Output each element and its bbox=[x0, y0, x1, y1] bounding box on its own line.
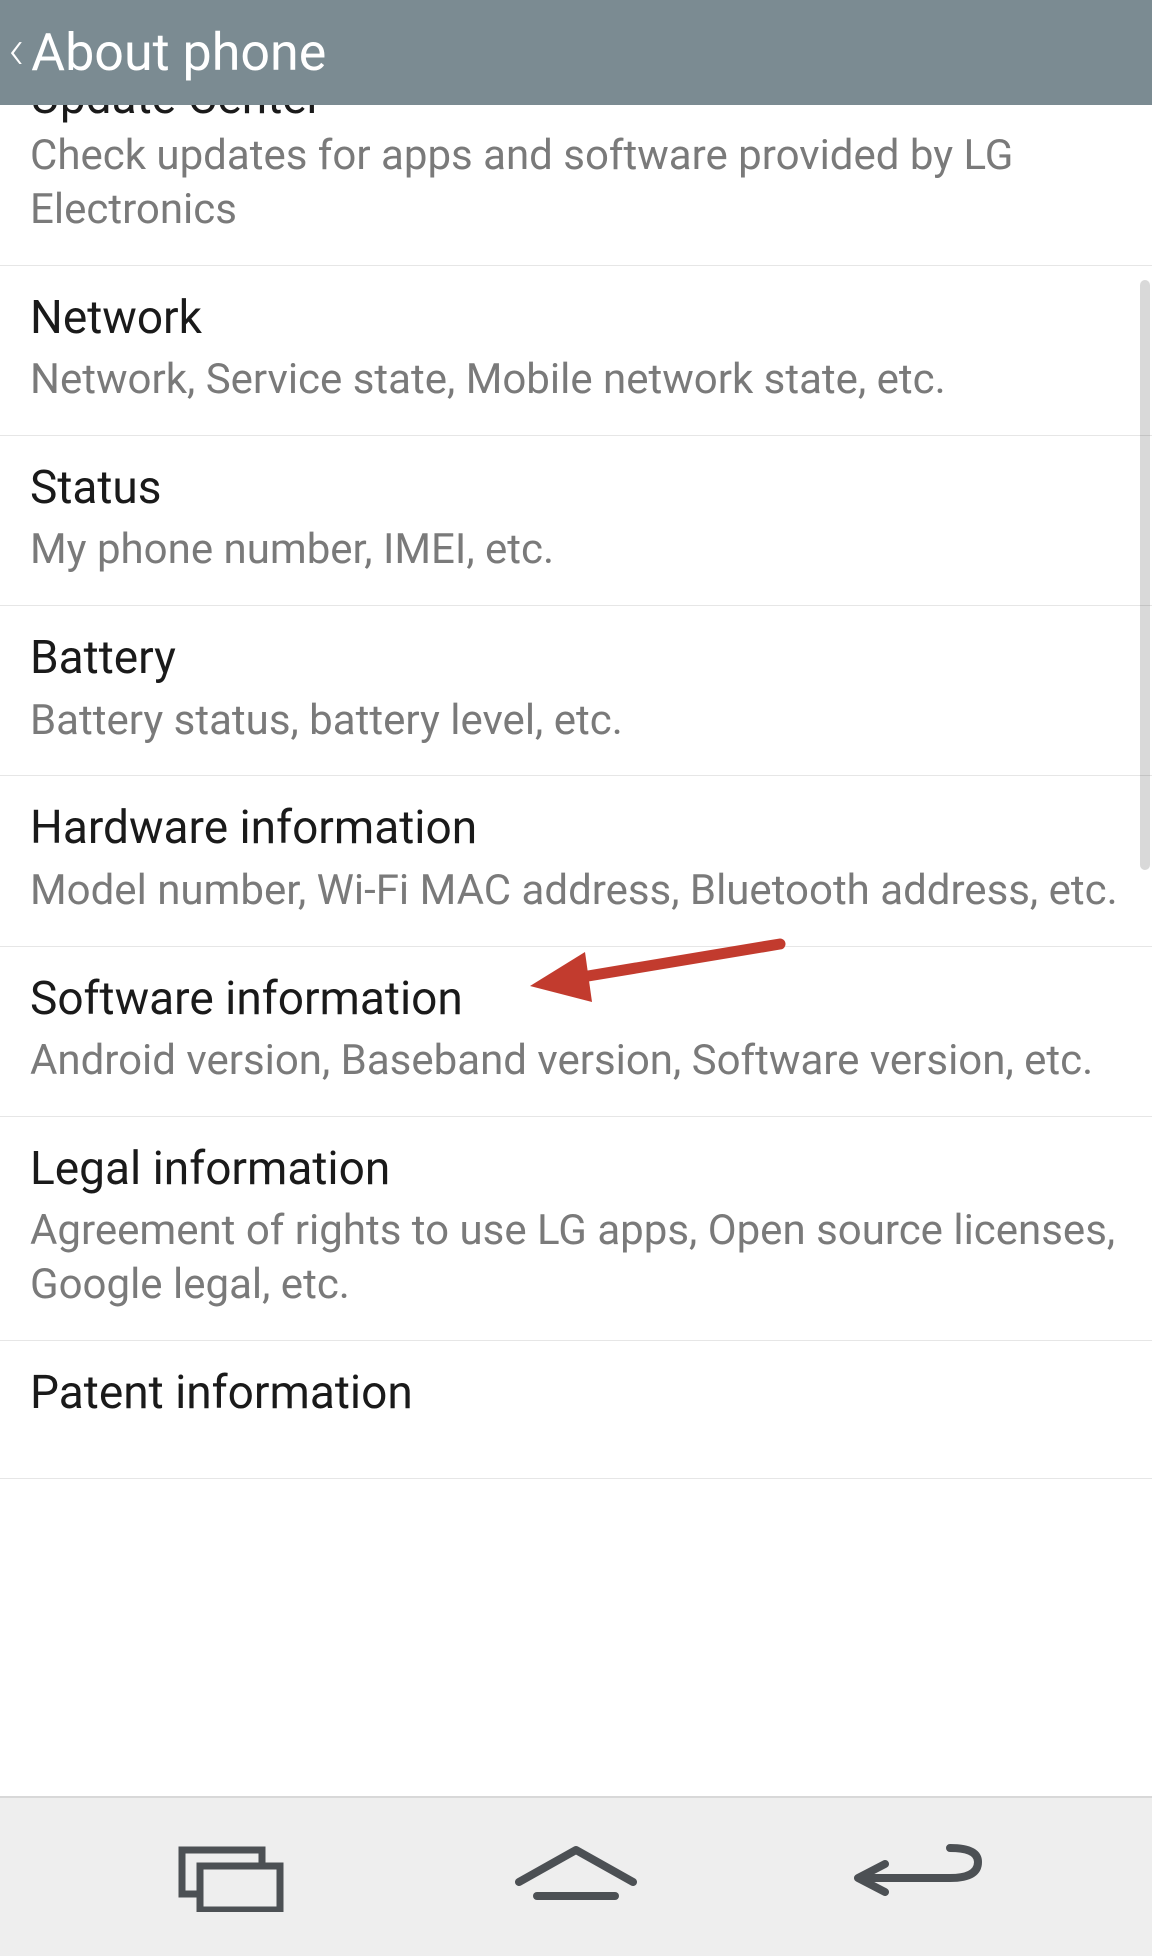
recent-apps-button[interactable] bbox=[142, 1827, 322, 1927]
list-item-patent-information[interactable]: Patent information bbox=[0, 1341, 1152, 1479]
list-item-legal-information[interactable]: Legal information Agreement of rights to… bbox=[0, 1117, 1152, 1341]
header-bar: ‹ About phone bbox=[0, 0, 1152, 105]
item-title: Hardware information bbox=[30, 800, 1122, 858]
list-item-update-center[interactable]: Update Center Check updates for apps and… bbox=[0, 105, 1152, 266]
item-title: Update Center bbox=[30, 105, 1122, 123]
scrollbar[interactable] bbox=[1140, 280, 1150, 870]
item-title: Software information bbox=[30, 971, 1122, 1029]
list-item-status[interactable]: Status My phone number, IMEI, etc. bbox=[0, 436, 1152, 606]
item-title: Battery bbox=[30, 630, 1122, 688]
item-title: Legal information bbox=[30, 1141, 1122, 1199]
back-icon[interactable]: ‹ bbox=[8, 21, 25, 85]
home-button[interactable] bbox=[486, 1827, 666, 1927]
item-subtitle: Android version, Baseband version, Softw… bbox=[30, 1034, 1122, 1088]
list-item-network[interactable]: Network Network, Service state, Mobile n… bbox=[0, 266, 1152, 436]
item-title: Status bbox=[30, 460, 1122, 518]
item-title: Network bbox=[30, 290, 1122, 348]
list-item-battery[interactable]: Battery Battery status, battery level, e… bbox=[0, 606, 1152, 776]
item-title: Patent information bbox=[30, 1365, 1122, 1423]
list-item-software-information[interactable]: Software information Android version, Ba… bbox=[0, 947, 1152, 1117]
item-subtitle: Model number, Wi-Fi MAC address, Bluetoo… bbox=[30, 864, 1122, 918]
item-subtitle: Check updates for apps and software prov… bbox=[30, 129, 1122, 237]
list-item-hardware-information[interactable]: Hardware information Model number, Wi-Fi… bbox=[0, 776, 1152, 946]
navigation-bar bbox=[0, 1796, 1152, 1956]
list-bottom-gap bbox=[0, 1478, 1152, 1518]
settings-list: Update Center Check updates for apps and… bbox=[0, 105, 1152, 1478]
item-subtitle: Battery status, battery level, etc. bbox=[30, 694, 1122, 748]
back-button[interactable] bbox=[830, 1827, 1010, 1927]
item-subtitle: Agreement of rights to use LG apps, Open… bbox=[30, 1204, 1122, 1312]
item-subtitle: Network, Service state, Mobile network s… bbox=[30, 353, 1122, 407]
page-title: About phone bbox=[31, 22, 326, 83]
item-subtitle: My phone number, IMEI, etc. bbox=[30, 523, 1122, 577]
